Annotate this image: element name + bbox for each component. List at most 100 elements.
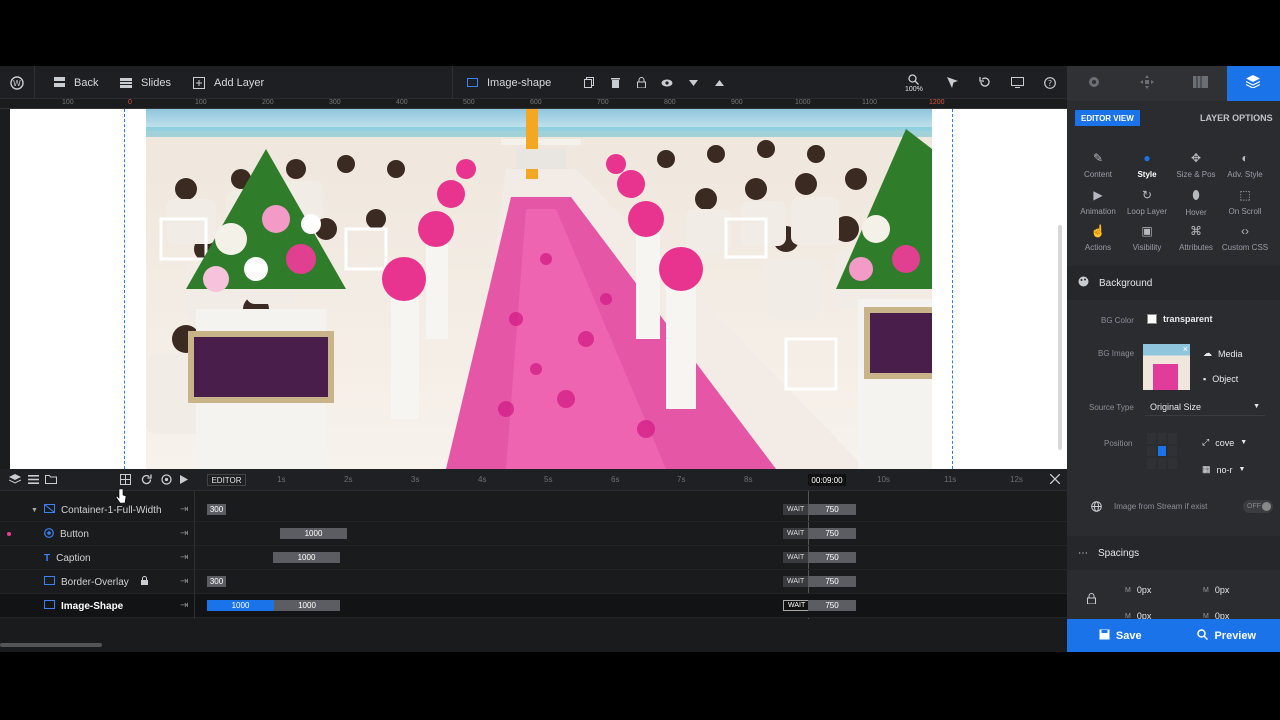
trash-icon[interactable] xyxy=(608,76,622,90)
option-animation[interactable]: ▶ Animation xyxy=(1073,188,1123,216)
play-icon[interactable] xyxy=(180,475,188,487)
timeline-row[interactable]: Button ⇥ 1000 WAIT 750 xyxy=(0,522,1067,546)
option-custom-css[interactable]: ‹› Custom CSS xyxy=(1220,224,1270,252)
list-icon[interactable] xyxy=(28,475,39,487)
back-button[interactable]: Back xyxy=(52,66,98,99)
layer-end-bar[interactable]: 750 xyxy=(808,552,856,563)
enter-arrow-icon[interactable]: ⇥ xyxy=(180,504,188,515)
layer-start-bar[interactable]: 1000 xyxy=(273,552,340,563)
caret-up-icon[interactable] xyxy=(712,76,726,90)
option-attributes[interactable]: ⌘ Attributes xyxy=(1171,224,1221,252)
enter-arrow-icon[interactable]: ⇥ xyxy=(180,552,188,563)
help-icon: ? xyxy=(1043,76,1057,90)
layers-stack-icon[interactable] xyxy=(8,474,22,488)
position-cell[interactable] xyxy=(1147,458,1156,469)
bg-image-thumbnail[interactable]: × xyxy=(1143,344,1190,390)
option-visibility[interactable]: ▣ Visibility xyxy=(1122,224,1172,252)
layer-end-bar[interactable]: 750 xyxy=(808,528,856,539)
zoom-control[interactable]: 100% xyxy=(905,66,923,99)
select-tool-button[interactable] xyxy=(945,66,959,99)
margin-top-field[interactable]: M 0px xyxy=(1125,585,1151,595)
option-loop-layer[interactable]: ↻ Loop Layer xyxy=(1122,188,1172,216)
stream-toggle[interactable]: OFF xyxy=(1243,500,1273,513)
position-cell[interactable] xyxy=(1168,433,1177,444)
bg-repeat-select[interactable]: ▦ no-r ▼ xyxy=(1202,464,1245,475)
wordpress-logo-button[interactable]: W xyxy=(10,66,24,99)
lock-icon[interactable] xyxy=(1087,593,1096,607)
position-cell[interactable] xyxy=(1157,458,1167,469)
object-button[interactable]: ▪ Object xyxy=(1203,374,1238,384)
preview-button[interactable]: Preview xyxy=(1174,619,1280,652)
option-size-pos[interactable]: ✥ Size & Pos xyxy=(1171,151,1221,179)
editor-view-badge[interactable]: EDITOR VIEW xyxy=(1075,110,1140,126)
duplicate-icon[interactable] xyxy=(582,76,596,90)
desktop-view-button[interactable] xyxy=(1010,66,1024,99)
position-cell[interactable] xyxy=(1147,445,1156,457)
timeline-row-selected[interactable]: Image-Shape ⇥ 1000 1000 WAIT 750 xyxy=(0,594,1067,618)
layer-end-bar[interactable]: 750 xyxy=(808,576,856,587)
current-layer-selector[interactable]: Image-shape xyxy=(465,66,551,99)
option-on-scroll[interactable]: ⬚ On Scroll xyxy=(1220,188,1270,216)
layer-start-bar[interactable]: 1000 xyxy=(280,528,347,539)
lock-icon[interactable] xyxy=(140,576,148,588)
shape-layer-icon xyxy=(44,576,55,588)
timeline-horizontal-scrollbar[interactable] xyxy=(0,643,102,647)
option-adv-style[interactable]: ◐ Adv. Style xyxy=(1220,151,1270,179)
folder-icon[interactable] xyxy=(45,474,57,487)
bg-size-select[interactable]: ⤢ cove ▼ xyxy=(1202,437,1247,448)
remove-image-icon[interactable]: × xyxy=(1183,344,1188,354)
ellipsis-icon: ⋯ xyxy=(1078,547,1088,559)
layout-grid-icon[interactable] xyxy=(120,474,131,488)
toolbar-divider xyxy=(452,66,453,99)
source-type-select[interactable]: Original Size ▼ xyxy=(1145,398,1265,416)
undo-button[interactable] xyxy=(977,66,991,99)
margin-right-field[interactable]: M 0px xyxy=(1203,585,1229,595)
layer-end-bar[interactable]: 750 xyxy=(808,600,856,611)
close-timeline-icon[interactable] xyxy=(1049,473,1061,487)
enter-arrow-icon[interactable]: ⇥ xyxy=(180,576,188,587)
tab-slides[interactable] xyxy=(1173,66,1227,101)
option-hover[interactable]: ⬮ Hover xyxy=(1171,188,1221,217)
editor-mode-label[interactable]: EDITOR xyxy=(207,474,246,486)
layer-second-bar[interactable]: 1000 xyxy=(274,600,340,611)
caret-down-icon[interactable] xyxy=(686,76,700,90)
background-section-header[interactable]: Background xyxy=(1067,266,1280,300)
layer-start-bar[interactable]: 300 xyxy=(207,576,226,587)
layer-end-bar[interactable]: 750 xyxy=(808,504,856,515)
save-button[interactable]: Save xyxy=(1067,619,1174,652)
enter-arrow-icon[interactable]: ⇥ xyxy=(180,600,188,611)
layer-start-bar[interactable]: 300 xyxy=(207,504,226,515)
timeline-row[interactable]: T Caption ⇥ 1000 WAIT 750 xyxy=(0,546,1067,570)
media-button[interactable]: ☁ Media xyxy=(1203,348,1243,359)
tab-navigation[interactable] xyxy=(1120,66,1174,101)
option-style[interactable]: ● Style xyxy=(1122,151,1172,179)
stage-vertical-scrollbar[interactable] xyxy=(1058,225,1062,450)
bg-color-picker[interactable]: transparent xyxy=(1147,314,1213,324)
position-cell[interactable] xyxy=(1168,458,1177,469)
current-time-indicator[interactable]: 00:09:00 xyxy=(808,474,846,486)
position-cell[interactable] xyxy=(1157,433,1167,444)
option-actions[interactable]: ☝ Actions xyxy=(1073,224,1123,252)
help-button[interactable]: ? xyxy=(1043,66,1057,99)
tab-layers[interactable] xyxy=(1226,66,1280,101)
tab-settings[interactable] xyxy=(1067,66,1121,101)
layer-start-bar[interactable]: 1000 xyxy=(207,600,274,611)
position-grid[interactable] xyxy=(1147,433,1177,469)
timeline-row[interactable]: ▼ Container-1-Full-Width ⇥ 300 WAIT 750 xyxy=(0,498,1067,522)
settings-wheel-icon[interactable] xyxy=(161,474,172,488)
position-cell[interactable] xyxy=(1147,433,1156,444)
slides-button[interactable]: Slides xyxy=(119,66,171,99)
expand-caret-icon[interactable]: ▼ xyxy=(31,507,38,514)
position-cell-active[interactable] xyxy=(1157,445,1167,457)
slides-icon xyxy=(1192,75,1208,92)
option-content[interactable]: ✎ Content xyxy=(1073,151,1123,179)
beach-wedding-image-layer[interactable] xyxy=(146,109,932,469)
loop-icon[interactable] xyxy=(141,474,152,488)
eye-icon[interactable] xyxy=(660,76,674,90)
lock-icon[interactable] xyxy=(634,76,648,90)
enter-arrow-icon[interactable]: ⇥ xyxy=(180,528,188,539)
position-cell[interactable] xyxy=(1168,445,1177,457)
add-layer-button[interactable]: Add Layer xyxy=(192,66,264,99)
spacings-section-header[interactable]: ⋯ Spacings xyxy=(1067,536,1280,570)
timeline-row[interactable]: Border-Overlay ⇥ 300 WAIT 750 xyxy=(0,570,1067,594)
